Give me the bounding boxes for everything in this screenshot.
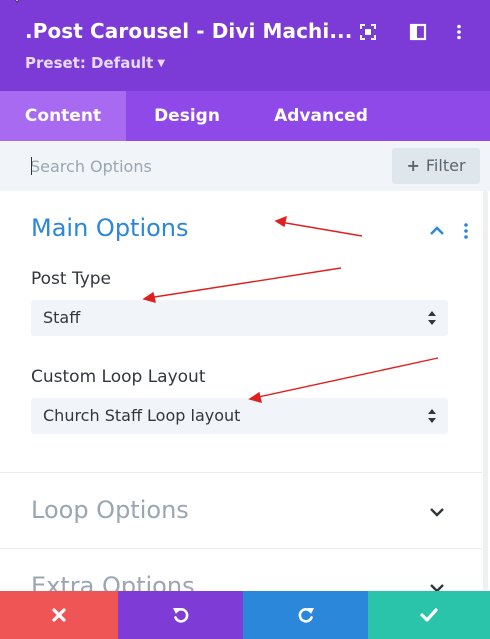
screenshot-icon[interactable] (359, 23, 377, 41)
redo-icon (298, 608, 314, 623)
text-cursor (31, 157, 32, 175)
discard-button[interactable] (0, 591, 118, 639)
post-type-label: Post Type (31, 269, 112, 289)
post-type-value: Staff (43, 308, 81, 327)
loop-options-title[interactable]: Loop Options (31, 496, 189, 524)
corner-mark-icon (15, 0, 19, 3)
section-divider (0, 472, 482, 473)
more-vertical-icon[interactable] (450, 23, 468, 41)
chevron-down-icon[interactable] (429, 506, 445, 518)
module-settings-header: .Post Carousel - Divi Machi... Preset: D… (0, 0, 490, 91)
main-options-title[interactable]: Main Options (31, 214, 189, 242)
settings-tabs: Content Design Advanced (0, 91, 490, 141)
close-icon (52, 608, 66, 622)
section-menu-icon[interactable] (462, 222, 470, 240)
filter-button[interactable]: + Filter (392, 148, 480, 184)
scrollbar[interactable] (483, 191, 488, 591)
chevron-up-icon[interactable] (429, 225, 445, 237)
tab-design[interactable]: Design (126, 91, 248, 141)
sidebar-layout-icon[interactable] (409, 23, 427, 41)
plus-icon: + (406, 156, 420, 175)
custom-loop-layout-label: Custom Loop Layout (31, 367, 206, 387)
post-type-select[interactable]: Staff (31, 300, 448, 336)
caret-down-icon: ▼ (157, 58, 166, 69)
section-divider (0, 548, 482, 549)
check-icon (420, 608, 438, 622)
custom-loop-layout-value: Church Staff Loop layout (43, 406, 241, 425)
undo-button[interactable] (118, 591, 243, 639)
preset-selector[interactable]: Preset: Default ▼ (25, 54, 165, 72)
custom-loop-layout-select[interactable]: Church Staff Loop layout (31, 398, 448, 434)
save-button[interactable] (368, 591, 490, 639)
action-bar (0, 591, 490, 639)
redo-button[interactable] (243, 591, 368, 639)
undo-icon (172, 608, 188, 623)
search-bar: + Filter (0, 141, 490, 191)
filter-label: Filter (425, 156, 466, 175)
module-title: .Post Carousel - Divi Machi... (25, 19, 353, 43)
select-arrows-icon (428, 409, 436, 423)
tab-advanced[interactable]: Advanced (248, 91, 394, 141)
tab-content[interactable]: Content (0, 91, 126, 141)
preset-label: Preset: Default (25, 54, 154, 72)
search-input[interactable] (22, 149, 382, 183)
select-arrows-icon (428, 311, 436, 325)
